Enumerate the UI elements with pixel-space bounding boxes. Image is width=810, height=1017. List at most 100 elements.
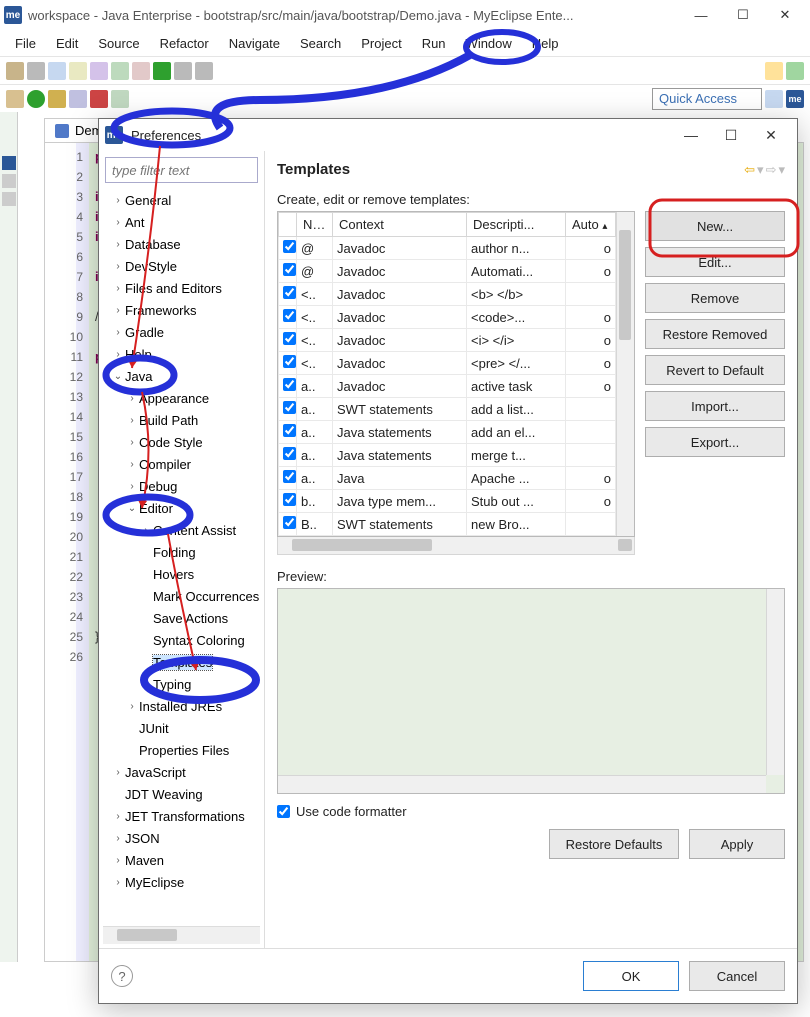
table-row[interactable]: <..Javadoc<i> </i>o	[279, 329, 616, 352]
toolbar-icon[interactable]	[195, 62, 213, 80]
toolbar-icon[interactable]	[765, 90, 783, 108]
minimize-button[interactable]: —	[680, 1, 722, 29]
preferences-tree[interactable]: ›General›Ant›Database›DevStyle›Files and…	[99, 189, 264, 926]
menu-edit[interactable]: Edit	[47, 33, 87, 54]
cancel-button[interactable]: Cancel	[689, 961, 785, 991]
chevron-right-icon[interactable]: ›	[139, 525, 153, 536]
chevron-right-icon[interactable]: ›	[111, 767, 125, 778]
dialog-maximize-button[interactable]: ☐	[711, 121, 751, 149]
chevron-right-icon[interactable]: ›	[125, 393, 139, 404]
templates-table[interactable]: Na... Context Descripti... Auto ▴ @Javad…	[277, 211, 635, 537]
table-row[interactable]: <..Javadoc<b> </b>	[279, 283, 616, 306]
menu-refactor[interactable]: Refactor	[151, 33, 218, 54]
forward-icon[interactable]: ⇨	[766, 162, 777, 178]
tree-item-general[interactable]: ›General	[103, 189, 264, 211]
tree-item-typing[interactable]: Typing	[103, 673, 264, 695]
row-checkbox[interactable]	[283, 309, 296, 322]
row-checkbox[interactable]	[283, 286, 296, 299]
new-button[interactable]: New...	[645, 211, 785, 241]
filter-input[interactable]	[105, 157, 258, 183]
chevron-right-icon[interactable]: ›	[111, 261, 125, 272]
toolbar-icon[interactable]	[48, 62, 66, 80]
run-icon[interactable]	[27, 90, 45, 108]
menu-source[interactable]: Source	[89, 33, 148, 54]
chevron-right-icon[interactable]: ›	[111, 239, 125, 250]
toolbar-icon[interactable]	[132, 62, 150, 80]
ok-button[interactable]: OK	[583, 961, 679, 991]
tree-item-javascript[interactable]: ›JavaScript	[103, 761, 264, 783]
help-icon[interactable]: ?	[111, 965, 133, 987]
toolbar-icon[interactable]	[6, 90, 24, 108]
tree-item-code-style[interactable]: ›Code Style	[103, 431, 264, 453]
toolbar-icon[interactable]	[69, 90, 87, 108]
row-checkbox[interactable]	[283, 470, 296, 483]
menu-navigate[interactable]: Navigate	[220, 33, 289, 54]
stop-icon[interactable]	[90, 90, 108, 108]
tree-item-database[interactable]: ›Database	[103, 233, 264, 255]
gutter-icon[interactable]	[2, 174, 16, 188]
export-button[interactable]: Export...	[645, 427, 785, 457]
edit-button[interactable]: Edit...	[645, 247, 785, 277]
row-checkbox[interactable]	[283, 355, 296, 368]
toolbar-icon[interactable]	[111, 62, 129, 80]
restore-defaults-button[interactable]: Restore Defaults	[549, 829, 679, 859]
chevron-right-icon[interactable]: ›	[111, 283, 125, 294]
import-button[interactable]: Import...	[645, 391, 785, 421]
table-row[interactable]: a..Java statementsmerge t...	[279, 444, 616, 467]
dropdown-icon[interactable]: ▾	[778, 162, 785, 178]
col-context[interactable]: Context	[333, 213, 467, 237]
tree-item-appearance[interactable]: ›Appearance	[103, 387, 264, 409]
tree-item-maven[interactable]: ›Maven	[103, 849, 264, 871]
maximize-button[interactable]: ☐	[722, 1, 764, 29]
tree-item-jet-transformations[interactable]: ›JET Transformations	[103, 805, 264, 827]
tree-item-mark-occurrences[interactable]: Mark Occurrences	[103, 585, 264, 607]
tree-item-devstyle[interactable]: ›DevStyle	[103, 255, 264, 277]
preview-hscrollbar[interactable]	[278, 775, 766, 793]
restore-removed-button[interactable]: Restore Removed	[645, 319, 785, 349]
row-checkbox[interactable]	[283, 401, 296, 414]
row-checkbox[interactable]	[283, 493, 296, 506]
chevron-right-icon[interactable]: ›	[111, 195, 125, 206]
toolbar-icon[interactable]	[48, 90, 66, 108]
chevron-down-icon[interactable]: ⌄	[125, 503, 139, 514]
toolbar-icon[interactable]	[786, 62, 804, 80]
table-row[interactable]: B..SWT statementsnew Bro...	[279, 513, 616, 536]
tree-item-files-and-editors[interactable]: ›Files and Editors	[103, 277, 264, 299]
tree-item-content-assist[interactable]: ›Content Assist	[103, 519, 264, 541]
chevron-right-icon[interactable]: ›	[111, 349, 125, 360]
chevron-right-icon[interactable]: ›	[125, 481, 139, 492]
back-icon[interactable]: ⇦	[744, 162, 755, 178]
tree-item-installed-jres[interactable]: ›Installed JREs	[103, 695, 264, 717]
chevron-right-icon[interactable]: ›	[111, 305, 125, 316]
chevron-right-icon[interactable]: ›	[111, 877, 125, 888]
quick-access-input[interactable]	[652, 88, 762, 110]
revert-button[interactable]: Revert to Default	[645, 355, 785, 385]
tree-item-compiler[interactable]: ›Compiler	[103, 453, 264, 475]
chevron-right-icon[interactable]: ›	[111, 855, 125, 866]
menu-file[interactable]: File	[6, 33, 45, 54]
chevron-right-icon[interactable]: ›	[111, 327, 125, 338]
preview-vscrollbar[interactable]	[766, 589, 784, 775]
row-checkbox[interactable]	[283, 516, 296, 529]
tree-item-syntax-coloring[interactable]: Syntax Coloring	[103, 629, 264, 651]
toolbar-icon[interactable]	[6, 62, 24, 80]
table-row[interactable]: @JavadocAutomati...o	[279, 260, 616, 283]
chevron-right-icon[interactable]: ›	[125, 701, 139, 712]
dialog-minimize-button[interactable]: —	[671, 121, 711, 149]
close-button[interactable]: ✕	[764, 1, 806, 29]
toolbar-icon[interactable]	[69, 62, 87, 80]
tree-item-gradle[interactable]: ›Gradle	[103, 321, 264, 343]
table-row[interactable]: @Javadocauthor n...o	[279, 237, 616, 260]
tree-item-frameworks[interactable]: ›Frameworks	[103, 299, 264, 321]
row-checkbox[interactable]	[283, 240, 296, 253]
menu-run[interactable]: Run	[413, 33, 455, 54]
toolbar-icon[interactable]	[27, 62, 45, 80]
perspective-icon[interactable]: me	[786, 90, 804, 108]
tree-item-json[interactable]: ›JSON	[103, 827, 264, 849]
tree-item-java[interactable]: ⌄Java	[103, 365, 264, 387]
use-code-formatter-checkbox[interactable]: Use code formatter	[277, 804, 785, 819]
tree-item-debug[interactable]: ›Debug	[103, 475, 264, 497]
menu-help[interactable]: Help	[523, 33, 568, 54]
table-row[interactable]: a..Javadocactive tasko	[279, 375, 616, 398]
chevron-right-icon[interactable]: ›	[111, 217, 125, 228]
